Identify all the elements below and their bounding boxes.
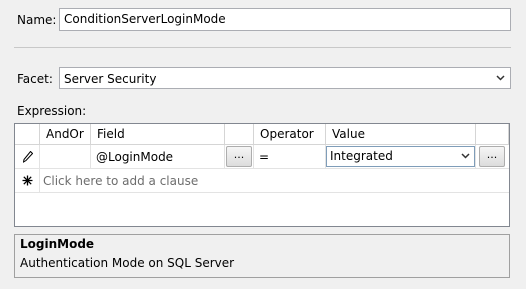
row-selector[interactable] <box>15 169 40 192</box>
expression-grid: AndOr Field Operator Value @LoginMode ..… <box>14 123 510 227</box>
table-row[interactable]: @LoginMode ... = Integrated ... <box>15 145 509 169</box>
chevron-down-icon <box>461 153 470 159</box>
description-panel: LoginMode Authentication Mode on SQL Ser… <box>14 234 510 278</box>
add-clause-cell[interactable]: Click here to add a clause <box>40 169 509 192</box>
value-button-cell: ... <box>476 145 509 168</box>
chevron-down-icon <box>496 75 505 81</box>
name-input[interactable]: ConditionServerLoginMode <box>59 8 511 31</box>
field-button-cell: ... <box>225 145 254 168</box>
operator-cell[interactable]: = <box>254 145 326 168</box>
expression-label: Expression: <box>17 104 87 118</box>
column-header-spacer <box>476 124 509 145</box>
column-header-spacer <box>225 124 254 145</box>
value-cell: Integrated <box>326 145 476 168</box>
add-clause-placeholder: Click here to add a clause <box>43 174 199 188</box>
row-selector[interactable] <box>15 145 40 168</box>
name-label: Name: <box>17 13 57 27</box>
column-header-value[interactable]: Value <box>326 124 476 145</box>
facet-label: Facet: <box>17 72 53 86</box>
field-cell[interactable]: @LoginMode <box>91 145 225 168</box>
value-dropdown[interactable]: Integrated <box>326 146 475 167</box>
column-header-andor[interactable]: AndOr <box>40 124 91 145</box>
new-clause-row[interactable]: Click here to add a clause <box>15 169 509 193</box>
asterisk-icon <box>22 175 33 186</box>
column-header-field[interactable]: Field <box>91 124 225 145</box>
facet-dropdown[interactable]: Server Security <box>59 67 511 89</box>
field-browse-button[interactable]: ... <box>226 146 252 167</box>
facet-selected-value: Server Security <box>64 72 157 86</box>
andor-cell[interactable] <box>40 145 91 168</box>
pencil-icon <box>23 151 33 163</box>
row-selector-header <box>15 124 40 145</box>
divider <box>14 47 511 48</box>
description-title: LoginMode <box>20 237 95 251</box>
column-header-operator[interactable]: Operator <box>254 124 326 145</box>
value-selected: Integrated <box>330 149 393 163</box>
description-text: Authentication Mode on SQL Server <box>20 256 235 270</box>
value-browse-button[interactable]: ... <box>479 146 505 167</box>
